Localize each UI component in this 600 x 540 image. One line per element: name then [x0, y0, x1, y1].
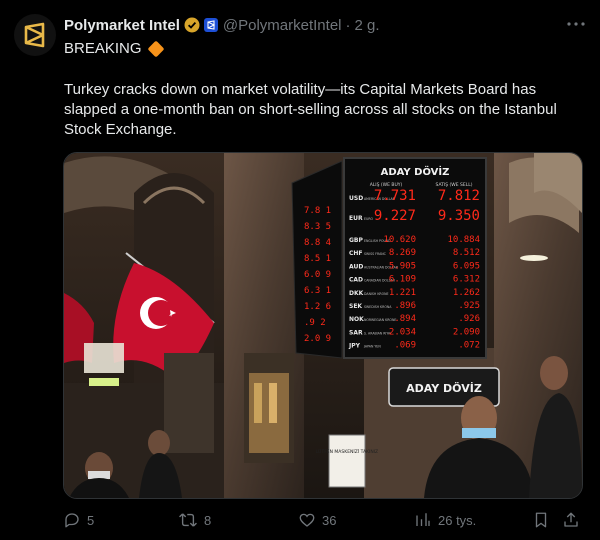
bazaar-photo: 7.8 1 8.3 5 8.8 4 8.5 1 6.0 9 6.3 1 1.2 6 .9 …	[64, 153, 582, 498]
board-currency-code: NOK	[349, 316, 364, 323]
board-buy-rate: 7.731	[374, 188, 416, 204]
board-currency-name: NORWEGIAN KRONE	[364, 318, 396, 322]
board-sell-rate: 7.812	[438, 188, 480, 204]
board-sell-rate: 6.095	[453, 261, 480, 271]
board-sell-rate: .926	[458, 314, 480, 324]
svg-text:LÜTFEN MASKENİZİ TAKINIZ: LÜTFEN MASKENİZİ TAKINIZ	[316, 448, 378, 455]
exchange-board-side: 7.8 1 8.3 5 8.8 4 8.5 1 6.0 9 6.3 1 1.2 6 .9 …	[291, 160, 343, 359]
board-currency-code: DKK	[349, 290, 364, 297]
views-count: 26 tys.	[438, 512, 477, 528]
affiliate-badge-icon[interactable]	[203, 18, 218, 32]
board-sell-rate: 2.090	[453, 327, 480, 337]
board-currency-code: AUD	[349, 263, 363, 270]
board-sell-rate: 10.884	[447, 235, 480, 245]
avatar[interactable]	[14, 14, 56, 56]
board-buy-rate: .069	[394, 341, 416, 351]
board-currency-name: EURO	[364, 217, 374, 221]
diamond-icon	[147, 40, 165, 58]
board-currency-code: SAR	[349, 329, 363, 336]
board-buy-rate: 1.221	[389, 288, 416, 298]
like-button[interactable]: 36	[298, 505, 336, 535]
svg-text:8.3 5: 8.3 5	[304, 222, 331, 232]
reply-count: 5	[87, 512, 95, 528]
polymarket-logo-icon	[24, 22, 45, 48]
more-icon[interactable]	[566, 14, 586, 34]
board-currency-name: DANISH KRONE	[364, 292, 389, 296]
like-icon	[299, 513, 315, 527]
board-buy-rate: .894	[394, 314, 416, 324]
post-headline: BREAKING	[64, 40, 142, 57]
post-header: Polymarket Intel @PolymarketIntel · 2 g.	[64, 15, 580, 35]
share-icon	[564, 512, 578, 527]
repost-count: 8	[204, 512, 212, 528]
author-name[interactable]: Polymarket Intel	[64, 17, 180, 34]
svg-text:1.2 6: 1.2 6	[304, 302, 331, 312]
board-buy-rate: 6.109	[389, 275, 416, 285]
author-handle[interactable]: @PolymarketIntel	[223, 17, 342, 34]
svg-text:8.5 1: 8.5 1	[304, 254, 331, 264]
svg-text:.9 2: .9 2	[304, 318, 326, 328]
board-sell-rate: .925	[458, 301, 480, 311]
bookmark-button[interactable]	[532, 505, 556, 535]
board-currency-name: SWISS FRANC	[364, 252, 387, 256]
board-buy-rate: 10.620	[383, 235, 416, 245]
views-icon	[416, 513, 430, 526]
svg-text:2.0 9: 2.0 9	[304, 334, 331, 344]
separator-dot: ·	[345, 16, 351, 34]
repost-button[interactable]: 8	[178, 505, 211, 535]
board-currency-code: CAD	[349, 277, 363, 284]
reply-button[interactable]: 5	[63, 505, 94, 535]
share-button[interactable]	[562, 505, 586, 535]
post-time[interactable]: 2 g.	[355, 17, 380, 34]
board-currency-code: JPY	[348, 343, 361, 350]
board-currency-code: CHF	[349, 250, 363, 257]
board-currency-code: SEK	[349, 303, 362, 310]
post-media-image[interactable]: 7.8 1 8.3 5 8.8 4 8.5 1 6.0 9 6.3 1 1.2 6 .9 …	[63, 152, 583, 499]
board-currency-code: EUR	[349, 215, 363, 222]
board-currency-code: GBP	[349, 237, 363, 244]
bookmark-icon	[535, 512, 547, 528]
board-currency-name: JAPAN YEN	[363, 345, 381, 349]
board-sell-rate: 9.350	[438, 208, 480, 224]
board-buy-rate: 2.034	[389, 327, 416, 337]
board-currency-code: USD	[349, 195, 363, 202]
svg-text:8.8 4: 8.8 4	[304, 238, 331, 248]
board-buy-rate: .896	[394, 301, 416, 311]
action-bar: 5 8 36 26 tys.	[0, 505, 600, 535]
svg-text:6.0 9: 6.0 9	[304, 270, 331, 280]
board-sell-rate: 8.512	[453, 248, 480, 258]
svg-text:7.8 1: 7.8 1	[304, 206, 331, 216]
board-sell-rate: 6.312	[453, 275, 480, 285]
board-currency-name: SWEDISH KRONA	[364, 305, 392, 309]
svg-text:ADAY DÖVİZ: ADAY DÖVİZ	[381, 164, 450, 178]
post-text: Turkey cracks down on market volatility—…	[64, 81, 557, 138]
exchange-board: ADAY DÖVİZ ALIŞ (WE BUY) SATIŞ (WE SELL)…	[343, 157, 487, 359]
board-buy-rate: 9.227	[374, 208, 416, 224]
repost-icon	[179, 513, 197, 527]
post-headline-line: BREAKING	[64, 39, 165, 59]
views-button[interactable]: 26 tys.	[414, 505, 476, 535]
verified-badge-icon	[184, 17, 200, 33]
board-sell-rate: .072	[458, 341, 480, 351]
like-count: 36	[322, 512, 337, 528]
svg-text:ADAY DÖVİZ: ADAY DÖVİZ	[406, 381, 482, 395]
board-buy-rate: 8.269	[389, 248, 416, 258]
board-sell-rate: 1.262	[453, 288, 480, 298]
reply-icon	[65, 513, 79, 528]
board-buy-rate: 5.905	[389, 261, 416, 271]
svg-text:6.3 1: 6.3 1	[304, 286, 331, 296]
